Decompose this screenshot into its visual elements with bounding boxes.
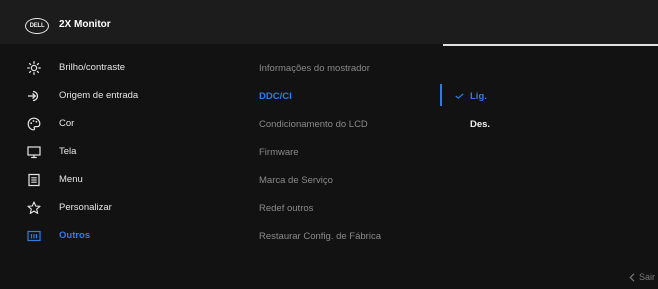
checkmark-icon (455, 93, 464, 99)
header-divider (443, 44, 658, 46)
others-icon (27, 230, 41, 242)
color-palette-icon (27, 117, 41, 131)
osd-header: DELL 2X Monitor (0, 0, 658, 44)
menu-item-personalize[interactable]: Personalizar (0, 198, 220, 218)
exit-label: Sair (638, 272, 655, 282)
page-title: 2X Monitor (59, 19, 111, 30)
option-off[interactable]: Des. (470, 119, 490, 130)
submenu-service-tag[interactable]: Marca de Serviço (259, 175, 333, 186)
menu-label-menu: Menu (59, 174, 83, 185)
dell-logo: DELL (25, 18, 49, 34)
menu-item-brightness[interactable]: Brilho/contraste (0, 58, 220, 78)
menu-label-others: Outros (59, 230, 91, 241)
menu-item-others[interactable]: Outros (0, 226, 220, 246)
menu-item-menu[interactable]: Menu (0, 170, 220, 190)
menu-item-display[interactable]: Tela (0, 142, 220, 162)
selection-indicator (440, 84, 442, 106)
exit-button[interactable]: Sair (629, 272, 655, 282)
monitor-osd: DELL 2X Monitor Brilho/contraste Origem … (0, 0, 658, 289)
menu-icon (28, 173, 40, 187)
submenu-reset-others[interactable]: Redef outros (259, 203, 313, 214)
menu-label-personalize: Personalizar (59, 202, 112, 213)
display-icon (27, 146, 41, 159)
submenu-firmware[interactable]: Firmware (259, 147, 299, 158)
menu-item-color[interactable]: Cor (0, 114, 220, 134)
submenu-ddc-ci[interactable]: DDC/CI (259, 91, 292, 102)
menu-label-brightness: Brilho/contraste (59, 62, 126, 73)
submenu-display-info[interactable]: Informações do mostrador (259, 63, 370, 74)
input-source-icon (28, 90, 39, 102)
menu-item-input-source[interactable]: Origem de entrada (0, 86, 220, 106)
menu-label-color: Cor (59, 118, 75, 129)
brightness-icon (27, 61, 41, 75)
menu-label-input-source: Origem de entrada (59, 90, 139, 101)
star-icon (27, 201, 41, 214)
chevron-left-icon (629, 272, 635, 282)
submenu-lcd-conditioning[interactable]: Condicionamento do LCD (259, 119, 368, 130)
option-on[interactable]: Lig. (470, 91, 487, 102)
menu-label-display: Tela (59, 146, 77, 157)
submenu-factory-reset[interactable]: Restaurar Config. de Fábrica (259, 231, 381, 242)
